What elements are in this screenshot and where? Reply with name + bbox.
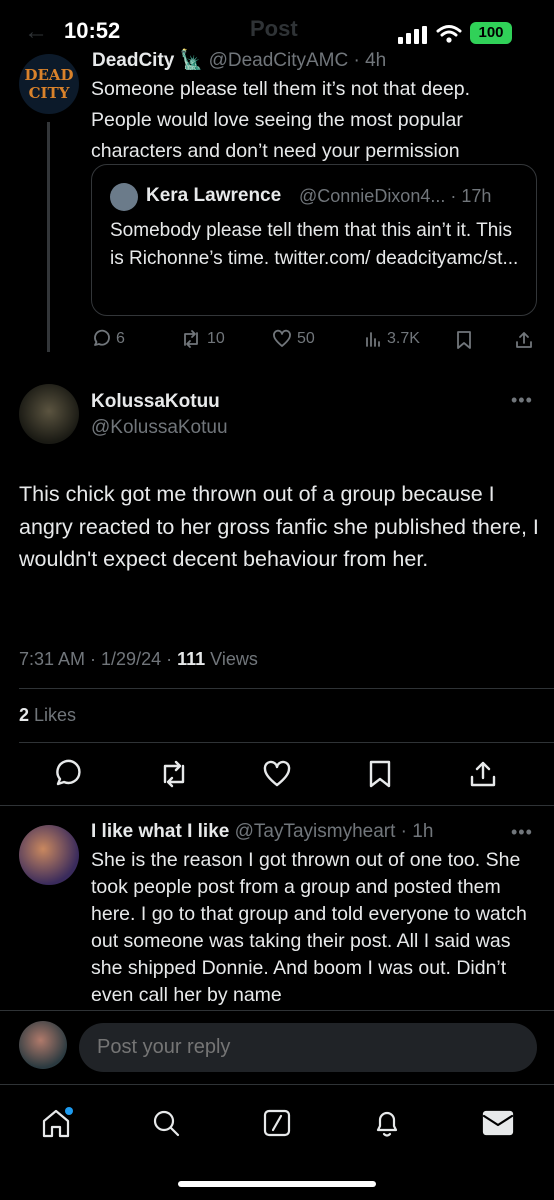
divider [0, 805, 554, 806]
back-arrow-icon[interactable]: ← [24, 18, 48, 46]
thread-line [47, 122, 50, 352]
likes-summary[interactable]: 2 Likes [19, 705, 76, 726]
bookmark-icon[interactable] [455, 330, 473, 350]
tweet-text: She is the reason I got thrown out of on… [91, 849, 527, 1006]
likes-label: Likes [29, 705, 77, 725]
divider [19, 688, 554, 689]
bookmark-icon[interactable] [368, 759, 392, 789]
avatar [110, 183, 138, 211]
reply-button[interactable]: 6 [91, 329, 125, 349]
more-options-icon[interactable]: ••• [511, 822, 533, 843]
grok-icon [263, 1109, 291, 1137]
quoted-tweet[interactable]: Kera Lawrence @ConnieDixon4... · 17h Som… [91, 164, 537, 316]
tweet-text: Someone please tell them it’s not that d… [91, 78, 471, 162]
author-handle[interactable]: @KolussaKotuu [91, 417, 228, 439]
wifi-icon [436, 25, 462, 43]
more-options-icon[interactable]: ••• [511, 390, 533, 411]
timestamp: 7:31 AM · 1/29/24 · [19, 649, 178, 669]
tweet-meta: 7:31 AM · 1/29/24 · 111 Views [19, 649, 258, 670]
quoted-author-name: Kera Lawrence [146, 185, 282, 206]
repost-icon[interactable] [158, 760, 190, 788]
share-icon[interactable] [468, 759, 498, 789]
analytics-icon [366, 332, 380, 347]
divider [19, 742, 554, 743]
avatar [19, 1021, 67, 1069]
avatar[interactable] [19, 825, 79, 885]
search-icon [153, 1110, 180, 1137]
battery-indicator: 100 [470, 22, 512, 44]
tab-grok[interactable] [257, 1103, 297, 1143]
tweet-text: This chick got me thrown out of a group … [19, 482, 539, 571]
quoted-author-handle: @ConnieDixon4... · 17h [299, 186, 492, 206]
page-title: Post [250, 16, 298, 41]
author-handle[interactable]: @DeadCityAMC · 4h [209, 50, 387, 71]
repost-icon [184, 330, 198, 348]
views-count[interactable]: 111 [177, 649, 205, 669]
avatar[interactable] [19, 384, 79, 444]
status-time: 10:52 [64, 18, 121, 43]
reply-input[interactable] [79, 1023, 537, 1072]
like-count: 50 [297, 330, 315, 347]
avatar[interactable]: DEAD CITY [19, 54, 79, 114]
reply-icon [94, 329, 110, 346]
svg-text:DEAD: DEAD [24, 66, 73, 84]
share-icon[interactable] [514, 330, 534, 350]
home-icon [42, 1107, 73, 1138]
dead-city-logo-icon: DEAD CITY [24, 66, 73, 102]
author-name[interactable]: DeadCity 🗽 [92, 50, 203, 71]
heart-icon [273, 329, 291, 347]
svg-text:CITY: CITY [29, 84, 70, 102]
tweet-header: I like what I like @TayTayismyheart · 1h [91, 821, 433, 843]
tab-search[interactable] [146, 1103, 186, 1143]
tab-home[interactable] [36, 1103, 76, 1143]
author-name[interactable]: I like what I like [91, 821, 229, 842]
mail-icon [482, 1110, 514, 1136]
views-label: Views [205, 649, 258, 669]
bell-icon [376, 1111, 398, 1137]
quoted-tweet-text: Somebody please tell them that this ain’… [110, 220, 519, 269]
repost-count: 10 [207, 330, 225, 347]
reply-icon[interactable] [53, 759, 83, 789]
view-count: 3.7K [387, 330, 420, 347]
reply-count: 6 [116, 330, 125, 347]
author-name[interactable]: KolussaKotuu [91, 391, 220, 413]
views-button[interactable]: 3.7K [364, 329, 420, 349]
like-button[interactable]: 50 [272, 329, 315, 349]
home-indicator [178, 1181, 376, 1187]
cellular-signal-icon [398, 26, 427, 44]
tab-messages[interactable] [478, 1103, 518, 1143]
author-handle[interactable]: @TayTayismyheart · 1h [229, 821, 434, 842]
tweet-header: DeadCity 🗽 @DeadCityAMC · 4h [92, 48, 386, 72]
tab-notifications[interactable] [367, 1103, 407, 1143]
heart-icon[interactable] [262, 760, 292, 788]
likes-count: 2 [19, 705, 30, 725]
repost-button[interactable]: 10 [180, 329, 225, 349]
